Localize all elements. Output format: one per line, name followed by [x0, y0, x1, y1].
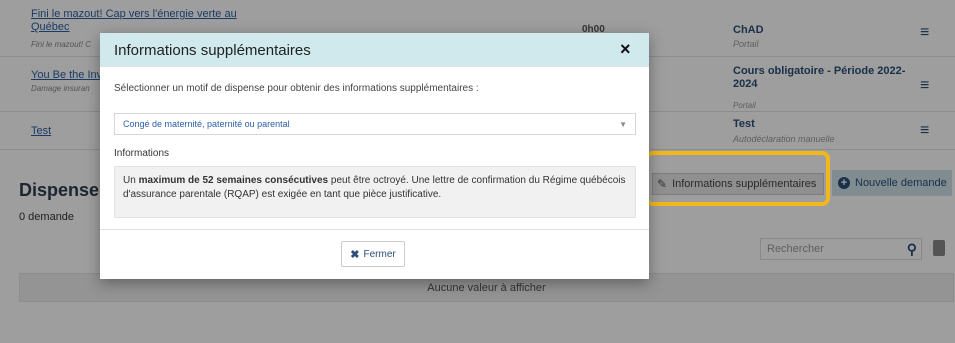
close-icon: ✖: [350, 248, 360, 261]
modal-title: Informations supplémentaires: [114, 42, 311, 59]
info-label: Informations: [114, 148, 170, 159]
info-text-bold: maximum de 52 semaines consécutives: [138, 175, 329, 186]
divider: [100, 66, 649, 67]
modal-header: Informations supplémentaires ×: [100, 33, 649, 66]
reason-select[interactable]: Congé de maternité, paternité ou parenta…: [114, 113, 636, 135]
selected-option: Congé de maternité, paternité ou parenta…: [123, 119, 290, 129]
chevron-down-icon: ▼: [619, 119, 627, 129]
info-text-pre: Un: [123, 175, 139, 186]
close-button[interactable]: ✖ Fermer: [341, 241, 405, 267]
info-modal: Informations supplémentaires × Sélection…: [100, 33, 649, 279]
close-button-label: Fermer: [363, 248, 396, 260]
info-box: Un maximum de 52 semaines consécutives p…: [114, 166, 636, 218]
divider: [100, 229, 649, 230]
highlight-annotation: [645, 151, 830, 206]
close-icon[interactable]: ×: [620, 39, 631, 60]
modal-prompt: Sélectionner un motif de dispense pour o…: [114, 83, 479, 94]
